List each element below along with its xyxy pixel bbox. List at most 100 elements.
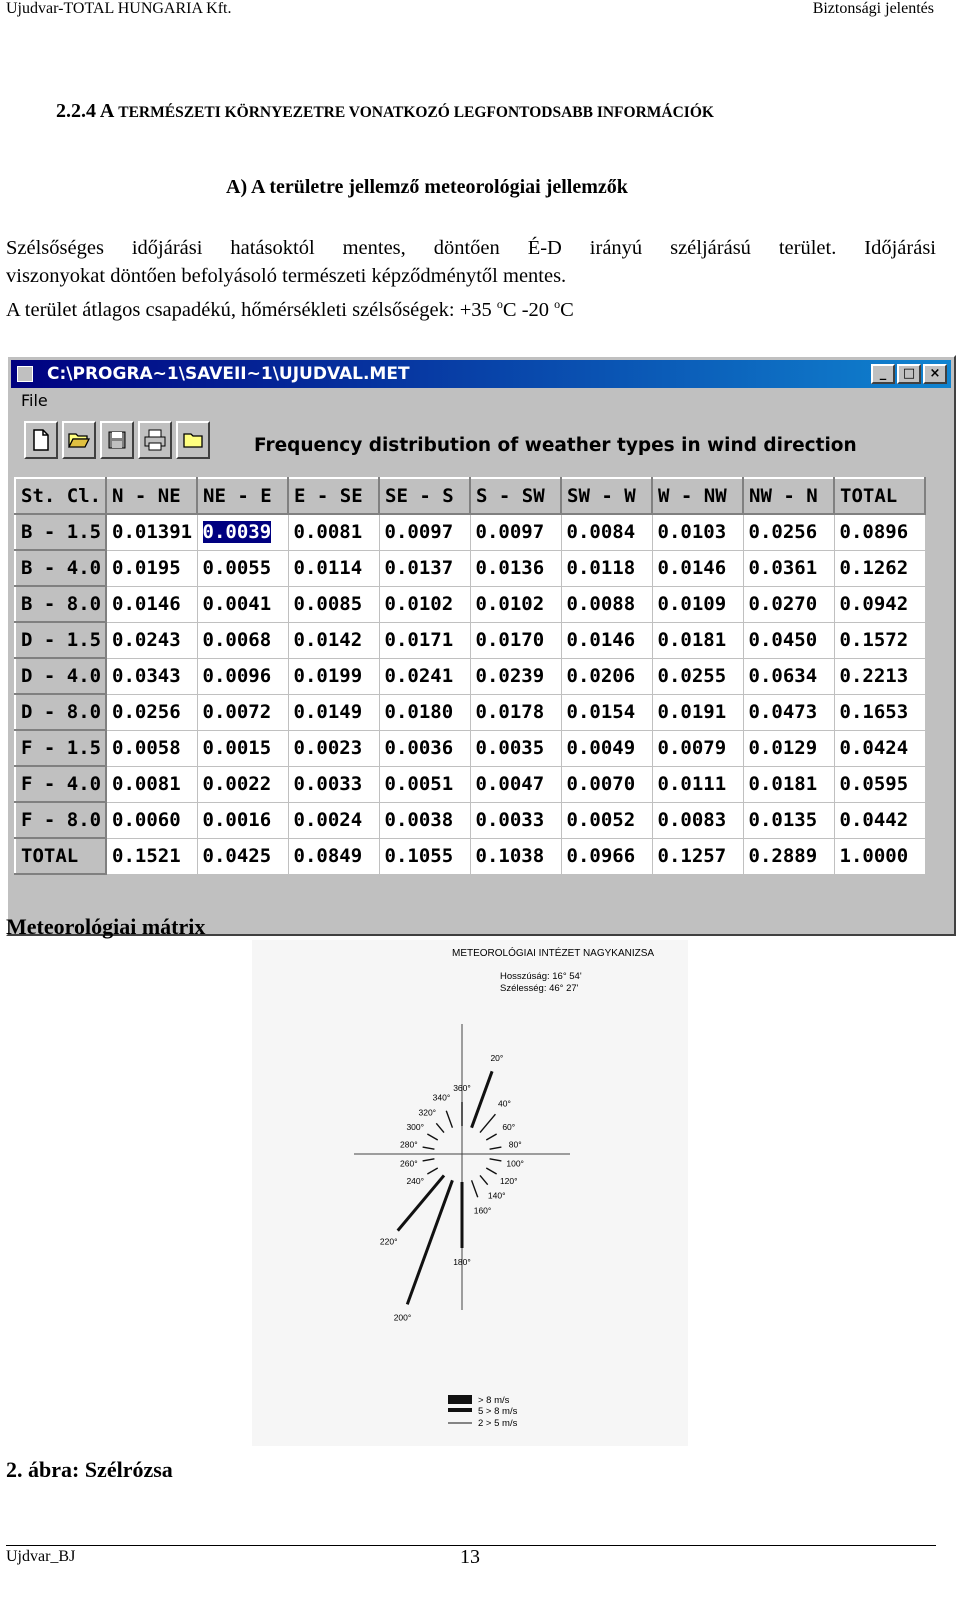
- row-header[interactable]: TOTAL: [14, 837, 107, 875]
- table-cell[interactable]: 0.0070: [560, 765, 653, 803]
- table-cell[interactable]: 0.2889: [742, 837, 835, 875]
- table-cell[interactable]: 0.01391: [105, 513, 198, 551]
- table-cell[interactable]: 0.0239: [469, 657, 562, 695]
- table-cell[interactable]: 0.0081: [287, 513, 380, 551]
- open-icon[interactable]: [62, 421, 96, 459]
- table-cell[interactable]: 0.0199: [287, 657, 380, 695]
- table-cell[interactable]: 0.0149: [287, 693, 380, 731]
- table-cell[interactable]: 0.0038: [378, 801, 471, 839]
- table-cell[interactable]: 0.0084: [560, 513, 653, 551]
- table-cell[interactable]: 0.0256: [105, 693, 198, 731]
- row-header[interactable]: D - 4.0: [14, 657, 107, 695]
- table-cell[interactable]: 0.0052: [560, 801, 653, 839]
- table-cell[interactable]: 0.0015: [196, 729, 289, 767]
- column-header[interactable]: TOTAL: [833, 477, 926, 515]
- table-cell[interactable]: 0.0118: [560, 549, 653, 587]
- table-cell[interactable]: 0.1521: [105, 837, 198, 875]
- column-header[interactable]: S - SW: [469, 477, 562, 515]
- table-cell[interactable]: 0.0024: [287, 801, 380, 839]
- table-cell[interactable]: 0.2213: [833, 657, 926, 695]
- row-header[interactable]: D - 8.0: [14, 693, 107, 731]
- table-cell[interactable]: 0.0079: [651, 729, 744, 767]
- table-cell[interactable]: 0.0171: [378, 621, 471, 659]
- table-cell[interactable]: 0.0103: [651, 513, 744, 551]
- window-titlebar[interactable]: C:\PROGRA~1\SAVEII~1\UJUDVAL.MET _ □ ×: [11, 360, 951, 388]
- table-cell[interactable]: 0.0047: [469, 765, 562, 803]
- column-header[interactable]: SW - W: [560, 477, 653, 515]
- table-cell[interactable]: 0.0146: [560, 621, 653, 659]
- table-cell[interactable]: 0.0135: [742, 801, 835, 839]
- table-cell[interactable]: 0.0036: [378, 729, 471, 767]
- table-cell[interactable]: 0.0137: [378, 549, 471, 587]
- table-cell[interactable]: 0.0085: [287, 585, 380, 623]
- table-cell[interactable]: 0.0849: [287, 837, 380, 875]
- table-cell[interactable]: 0.1038: [469, 837, 562, 875]
- folder-icon[interactable]: [176, 421, 210, 459]
- row-header[interactable]: B - 1.5: [14, 513, 107, 551]
- table-cell[interactable]: 0.0634: [742, 657, 835, 695]
- table-cell[interactable]: 0.0023: [287, 729, 380, 767]
- row-header[interactable]: D - 1.5: [14, 621, 107, 659]
- column-header[interactable]: NW - N: [742, 477, 835, 515]
- column-header[interactable]: NE - E: [196, 477, 289, 515]
- table-cell[interactable]: 0.0180: [378, 693, 471, 731]
- table-cell[interactable]: 0.0966: [560, 837, 653, 875]
- table-cell[interactable]: 0.0424: [833, 729, 926, 767]
- table-cell[interactable]: 0.0102: [469, 585, 562, 623]
- new-icon[interactable]: [24, 421, 58, 459]
- maximize-button[interactable]: □: [897, 364, 921, 384]
- table-cell[interactable]: 0.0146: [105, 585, 198, 623]
- row-header[interactable]: B - 8.0: [14, 585, 107, 623]
- table-cell[interactable]: 0.0191: [651, 693, 744, 731]
- table-cell[interactable]: 0.0072: [196, 693, 289, 731]
- table-cell[interactable]: 0.0154: [560, 693, 653, 731]
- table-cell[interactable]: 0.0442: [833, 801, 926, 839]
- table-cell[interactable]: 0.0142: [287, 621, 380, 659]
- table-cell[interactable]: 0.0343: [105, 657, 198, 695]
- table-cell[interactable]: 0.0181: [742, 765, 835, 803]
- table-cell[interactable]: 0.0170: [469, 621, 562, 659]
- table-cell[interactable]: 0.0270: [742, 585, 835, 623]
- table-cell[interactable]: 0.0425: [196, 837, 289, 875]
- table-cell[interactable]: 0.0097: [469, 513, 562, 551]
- table-cell[interactable]: 0.0068: [196, 621, 289, 659]
- table-cell[interactable]: 0.0016: [196, 801, 289, 839]
- table-cell[interactable]: 0.0081: [105, 765, 198, 803]
- row-header[interactable]: F - 1.5: [14, 729, 107, 767]
- table-cell[interactable]: 0.1262: [833, 549, 926, 587]
- table-cell[interactable]: 0.0102: [378, 585, 471, 623]
- table-cell[interactable]: 0.1572: [833, 621, 926, 659]
- table-cell[interactable]: 0.0022: [196, 765, 289, 803]
- row-header[interactable]: F - 4.0: [14, 765, 107, 803]
- table-cell[interactable]: 0.0136: [469, 549, 562, 587]
- row-header[interactable]: B - 4.0: [14, 549, 107, 587]
- table-cell[interactable]: 0.0055: [196, 549, 289, 587]
- column-header[interactable]: W - NW: [651, 477, 744, 515]
- table-cell[interactable]: 0.0241: [378, 657, 471, 695]
- table-cell[interactable]: 0.0178: [469, 693, 562, 731]
- column-header[interactable]: St. Cl.: [14, 477, 107, 515]
- minimize-button[interactable]: _: [871, 364, 895, 384]
- menu-file[interactable]: File: [21, 391, 48, 410]
- table-cell[interactable]: 0.0097: [378, 513, 471, 551]
- table-cell[interactable]: 0.0206: [560, 657, 653, 695]
- table-cell[interactable]: 0.1653: [833, 693, 926, 731]
- table-cell[interactable]: 0.0111: [651, 765, 744, 803]
- table-cell[interactable]: 0.0195: [105, 549, 198, 587]
- table-cell[interactable]: 0.0088: [560, 585, 653, 623]
- table-cell[interactable]: 1.0000: [833, 837, 926, 875]
- table-cell[interactable]: 0.1055: [378, 837, 471, 875]
- table-cell[interactable]: 0.0083: [651, 801, 744, 839]
- table-cell[interactable]: 0.0033: [287, 765, 380, 803]
- table-cell[interactable]: 0.0060: [105, 801, 198, 839]
- table-cell[interactable]: 0.0096: [196, 657, 289, 695]
- table-cell[interactable]: 0.0041: [196, 585, 289, 623]
- table-cell[interactable]: 0.1257: [651, 837, 744, 875]
- column-header[interactable]: E - SE: [287, 477, 380, 515]
- table-cell[interactable]: 0.0243: [105, 621, 198, 659]
- table-cell[interactable]: 0.0114: [287, 549, 380, 587]
- table-cell[interactable]: 0.0039: [196, 513, 289, 551]
- table-cell[interactable]: 0.0942: [833, 585, 926, 623]
- table-cell[interactable]: 0.0181: [651, 621, 744, 659]
- table-cell[interactable]: 0.0361: [742, 549, 835, 587]
